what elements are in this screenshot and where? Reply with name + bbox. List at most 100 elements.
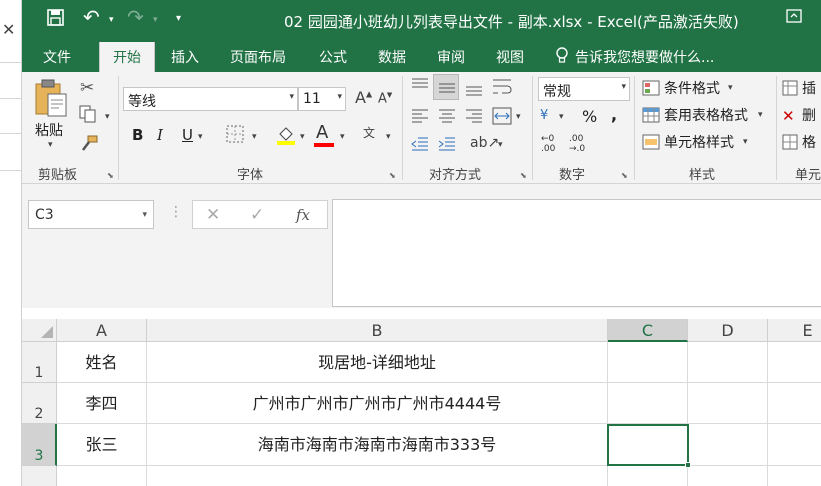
- percent-icon[interactable]: %: [582, 107, 597, 126]
- cell-a2[interactable]: 李四: [57, 383, 147, 424]
- borders-dropdown-icon[interactable]: ▾: [252, 132, 257, 142]
- paste-dropdown-icon[interactable]: ▾: [48, 140, 53, 150]
- comma-icon[interactable]: ,: [611, 105, 617, 124]
- row-header-2[interactable]: 2: [22, 383, 57, 424]
- increase-font-icon[interactable]: A▲: [355, 88, 372, 107]
- cell-e1[interactable]: [768, 342, 821, 383]
- delete-cells-icon[interactable]: ✕: [782, 107, 795, 125]
- delete-cells-button[interactable]: 删: [802, 105, 816, 125]
- cell-d4[interactable]: [688, 466, 768, 486]
- format-painter-icon[interactable]: [80, 135, 98, 157]
- fill-color-dropdown-icon[interactable]: ▾: [300, 132, 305, 142]
- cell-e2[interactable]: [768, 383, 821, 424]
- insert-cells-icon[interactable]: [782, 80, 798, 100]
- cell-a4[interactable]: [57, 466, 147, 486]
- tab-home[interactable]: 开始: [99, 42, 155, 73]
- row-header-1[interactable]: 1: [22, 342, 57, 383]
- phonetic-icon[interactable]: 文: [363, 124, 375, 141]
- copy-dropdown-icon[interactable]: ▾: [105, 112, 110, 122]
- cell-b2[interactable]: 广州市广州市广州市广州市4444号: [147, 383, 608, 424]
- underline-button[interactable]: U: [182, 126, 193, 144]
- currency-dropdown-icon[interactable]: ▾: [559, 112, 564, 122]
- paste-button[interactable]: 粘贴: [35, 120, 63, 140]
- splitter-icon[interactable]: ⋮: [169, 204, 183, 220]
- align-center-icon[interactable]: [438, 109, 456, 127]
- format-as-table-icon[interactable]: [642, 107, 660, 127]
- column-header-b[interactable]: B: [147, 319, 608, 342]
- align-bottom-icon[interactable]: [465, 82, 483, 100]
- column-header-a[interactable]: A: [57, 319, 147, 342]
- cell-b1[interactable]: 现居地-详细地址: [147, 342, 608, 383]
- tell-me-search[interactable]: 告诉我您想要做什么...: [575, 47, 714, 67]
- conditional-formatting-icon[interactable]: [642, 80, 660, 100]
- font-name-box[interactable]: 等线 ▾: [123, 87, 298, 111]
- cut-icon[interactable]: ✂: [80, 78, 94, 98]
- merge-center-icon[interactable]: [492, 107, 512, 129]
- orientation-dropdown-icon[interactable]: ▾: [498, 140, 503, 150]
- italic-button[interactable]: I: [157, 126, 163, 144]
- cancel-icon[interactable]: ✕: [206, 205, 220, 225]
- borders-icon[interactable]: [226, 125, 244, 147]
- save-icon[interactable]: [47, 9, 64, 31]
- cell-styles-button[interactable]: 单元格样式: [664, 132, 734, 152]
- tab-data[interactable]: 数据: [378, 47, 406, 67]
- align-right-icon[interactable]: [465, 109, 483, 127]
- cell-styles-icon[interactable]: [642, 134, 660, 154]
- merge-dropdown-icon[interactable]: ▾: [516, 112, 521, 122]
- format-cells-icon[interactable]: [782, 134, 798, 154]
- fill-handle[interactable]: [685, 462, 691, 468]
- font-size-box[interactable]: 11 ▾: [298, 87, 346, 111]
- cell-c4[interactable]: [608, 466, 688, 486]
- cell-e3[interactable]: [768, 424, 821, 466]
- close-icon[interactable]: ✕: [2, 20, 15, 39]
- customize-toolbar-icon[interactable]: ▾: [176, 13, 181, 24]
- increase-indent-icon[interactable]: [438, 137, 456, 155]
- decrease-font-icon[interactable]: A▼: [378, 91, 392, 106]
- tab-insert[interactable]: 插入: [171, 47, 199, 67]
- cell-e4[interactable]: [768, 466, 821, 486]
- number-launcher-icon[interactable]: ⬊: [621, 171, 628, 180]
- alignment-launcher-icon[interactable]: ⬊: [520, 171, 527, 180]
- align-top-icon[interactable]: [411, 78, 429, 96]
- undo-icon[interactable]: ↶: [83, 5, 100, 29]
- phonetic-dropdown-icon[interactable]: ▾: [386, 132, 391, 142]
- tab-page-layout[interactable]: 页面布局: [230, 47, 286, 67]
- cell-b4[interactable]: [147, 466, 608, 486]
- redo-dropdown-icon[interactable]: ▾: [153, 15, 158, 25]
- cell-a3[interactable]: 张三: [57, 424, 147, 466]
- increase-decimal-icon[interactable]: ←0.00: [541, 134, 555, 154]
- font-launcher-icon[interactable]: ⬊: [389, 171, 396, 180]
- cell-d1[interactable]: [688, 342, 768, 383]
- font-color-icon[interactable]: A: [316, 122, 328, 143]
- align-middle-icon[interactable]: [433, 74, 459, 100]
- ribbon-display-options-icon[interactable]: [786, 8, 802, 28]
- decrease-indent-icon[interactable]: [411, 137, 429, 155]
- redo-icon[interactable]: ↷: [127, 5, 144, 29]
- currency-icon[interactable]: ¥: [540, 108, 548, 123]
- name-box[interactable]: C3 ▾: [28, 200, 154, 229]
- align-left-icon[interactable]: [411, 109, 429, 127]
- orientation-icon[interactable]: ab↗: [470, 135, 499, 151]
- format-cells-button[interactable]: 格: [802, 132, 816, 152]
- tab-file[interactable]: 文件: [43, 47, 71, 67]
- number-format-box[interactable]: 常规 ▾: [538, 77, 630, 101]
- conditional-dropdown-icon[interactable]: ▾: [728, 83, 733, 93]
- insert-cells-button[interactable]: 插: [802, 78, 816, 98]
- paste-icon[interactable]: [34, 78, 68, 118]
- tab-review[interactable]: 审阅: [437, 47, 465, 67]
- enter-icon[interactable]: ✓: [250, 205, 264, 225]
- worksheet-grid[interactable]: A B C D E 1 姓名 现居地-详细地址 2 李四 广州市广州市广州市广州…: [22, 319, 821, 486]
- cell-c2[interactable]: [608, 383, 688, 424]
- tab-view[interactable]: 视图: [496, 47, 524, 67]
- tab-formulas[interactable]: 公式: [319, 47, 347, 67]
- cell-d2[interactable]: [688, 383, 768, 424]
- column-header-d[interactable]: D: [688, 319, 768, 342]
- row-header-4[interactable]: [22, 466, 57, 486]
- copy-icon[interactable]: [79, 105, 97, 127]
- cell-a1[interactable]: 姓名: [57, 342, 147, 383]
- select-all-button[interactable]: [22, 319, 57, 342]
- column-header-e[interactable]: E: [768, 319, 821, 342]
- insert-function-icon[interactable]: fx: [296, 206, 310, 224]
- cell-d3[interactable]: [688, 424, 768, 466]
- undo-dropdown-icon[interactable]: ▾: [109, 15, 114, 25]
